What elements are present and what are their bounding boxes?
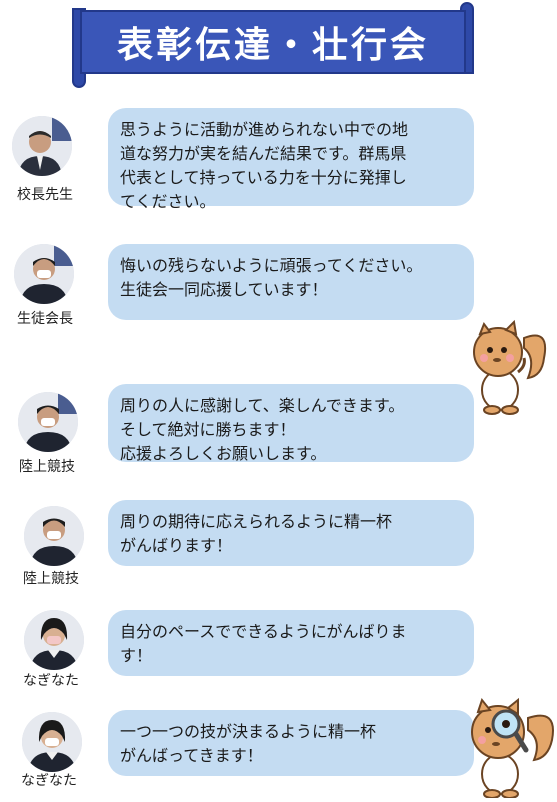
speaker-role: 生徒会長 bbox=[17, 311, 73, 327]
message-line: 代表として持っている力を十分に発揮し bbox=[120, 168, 407, 187]
message-line: てください。 bbox=[120, 192, 216, 211]
message-line: 一つ一つの技が決まるように精一杯 bbox=[120, 722, 377, 741]
speaker-role: 校長先生 bbox=[17, 187, 73, 203]
squirrel-mascot-magnifier-icon bbox=[462, 694, 556, 802]
message-line: 道な努力が実を結んだ結果です。群馬県 bbox=[120, 144, 407, 163]
message-line: す！ bbox=[120, 646, 153, 665]
speaker-role: 陸上競技 bbox=[23, 571, 79, 587]
message-line: 思うように活動が進められない中での地 bbox=[120, 120, 409, 139]
speaker-role: なぎなた bbox=[21, 773, 77, 789]
message-bubble: 思うように活動が進められない中での地 道な努力が実を結んだ結果です。群馬県 代表… bbox=[108, 108, 474, 211]
speaker-role: 陸上競技 bbox=[19, 459, 75, 475]
message-line: 応援よろしくお願いします。 bbox=[120, 444, 327, 463]
message-bubble: 悔いの残らないように頑張ってください。 生徒会一同応援しています！ bbox=[108, 244, 474, 320]
message-line: 生徒会一同応援しています！ bbox=[120, 280, 328, 299]
message-line: 周りの期待に応えられるように精一杯 bbox=[120, 512, 393, 531]
message-bubble: 自分のペースでできるようにがんばりま す！ bbox=[108, 610, 474, 676]
message-line: 自分のペースでできるようにがんばりま bbox=[120, 622, 407, 641]
avatar bbox=[24, 506, 84, 566]
message-line: 周りの人に感謝して、楽しんできます。 bbox=[120, 396, 405, 415]
message-line: がんばってきます！ bbox=[120, 746, 263, 765]
avatar bbox=[14, 244, 74, 304]
message-line: がんばります！ bbox=[120, 536, 233, 555]
message-line: 悔いの残らないように頑張ってください。 bbox=[120, 256, 423, 275]
avatar bbox=[22, 712, 82, 772]
avatar bbox=[12, 116, 72, 176]
title-banner: 表彰伝達・壮行会 bbox=[72, 2, 474, 92]
message-bubble: 周りの人に感謝して、楽しんできます。 そして絶対に勝ちます！ 応援よろしくお願い… bbox=[108, 384, 474, 463]
avatar bbox=[18, 392, 78, 452]
squirrel-mascot-thinking-icon bbox=[466, 318, 548, 420]
message-line: そして絶対に勝ちます！ bbox=[120, 420, 296, 439]
message-bubble: 一つ一つの技が決まるように精一杯 がんばってきます！ bbox=[108, 710, 474, 776]
avatar bbox=[24, 610, 84, 670]
page-title: 表彰伝達・壮行会 bbox=[116, 25, 429, 66]
speaker-role: なぎなた bbox=[23, 673, 79, 689]
banner-body: 表彰伝達・壮行会 bbox=[80, 10, 466, 74]
message-bubble: 周りの期待に応えられるように精一杯 がんばります！ bbox=[108, 500, 474, 566]
